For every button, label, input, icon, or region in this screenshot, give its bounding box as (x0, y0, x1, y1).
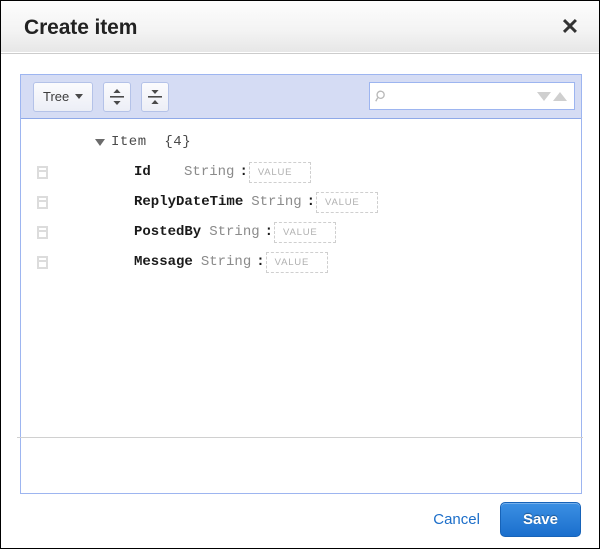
page-title: Create item (24, 17, 137, 38)
table-row[interactable]: PostedBy String : VALUE (21, 217, 581, 247)
cancel-button[interactable]: Cancel (431, 509, 482, 530)
tree-root-row[interactable]: Item {4} (21, 127, 581, 157)
row-gutter (29, 196, 55, 209)
field-icon (37, 196, 48, 209)
triangle-down-icon (95, 139, 105, 146)
field-type: String (184, 164, 234, 180)
dialog-footer: Cancel Save (1, 490, 599, 548)
row-gutter (29, 226, 55, 239)
field-value-input[interactable]: VALUE (274, 222, 336, 243)
search-nav (537, 92, 569, 101)
collapse-all-button[interactable] (141, 82, 169, 112)
expand-all-icon (109, 88, 125, 106)
field-colon: : (302, 194, 316, 210)
table-row[interactable]: Id String : VALUE (21, 157, 581, 187)
field-icon (37, 256, 48, 269)
table-row[interactable]: Message String : VALUE (21, 247, 581, 277)
mode-dropdown-label: Tree (43, 89, 69, 104)
triangle-down-icon[interactable] (537, 92, 551, 101)
field-colon: : (251, 254, 265, 270)
root-expand-toggle[interactable] (89, 139, 111, 146)
field-name: Id (134, 164, 176, 180)
create-item-dialog: Create item ✕ Tree (0, 0, 600, 549)
field-colon: : (234, 164, 248, 180)
field-type: String (209, 224, 259, 240)
field-name: Message (134, 254, 193, 270)
dialog-body: Tree (1, 54, 599, 490)
search-icon (375, 89, 389, 104)
mode-dropdown-button[interactable]: Tree (33, 82, 93, 112)
field-value-input[interactable]: VALUE (266, 252, 328, 273)
field-colon: : (260, 224, 274, 240)
tree-root-label: Item {4} (111, 134, 191, 150)
row-gutter (29, 166, 55, 179)
field-name: PostedBy (134, 224, 201, 240)
field-type: String (201, 254, 251, 270)
footer-divider (17, 437, 583, 438)
expand-all-button[interactable] (103, 82, 131, 112)
search-box[interactable] (369, 82, 575, 110)
field-name: ReplyDateTime (134, 194, 243, 210)
triangle-up-icon[interactable] (553, 92, 567, 101)
field-type: String (251, 194, 301, 210)
dialog-header: Create item ✕ (1, 1, 599, 54)
chevron-down-icon (75, 94, 83, 99)
row-gutter (29, 256, 55, 269)
field-value-input[interactable]: VALUE (249, 162, 311, 183)
field-value-input[interactable]: VALUE (316, 192, 378, 213)
save-button[interactable]: Save (500, 502, 581, 537)
field-icon (37, 226, 48, 239)
table-row[interactable]: ReplyDateTime String : VALUE (21, 187, 581, 217)
collapse-all-icon (147, 88, 163, 106)
json-editor: Tree (20, 74, 582, 494)
editor-toolbar: Tree (21, 75, 581, 119)
search-input[interactable] (389, 83, 537, 109)
close-icon[interactable]: ✕ (557, 14, 583, 40)
field-icon (37, 166, 48, 179)
